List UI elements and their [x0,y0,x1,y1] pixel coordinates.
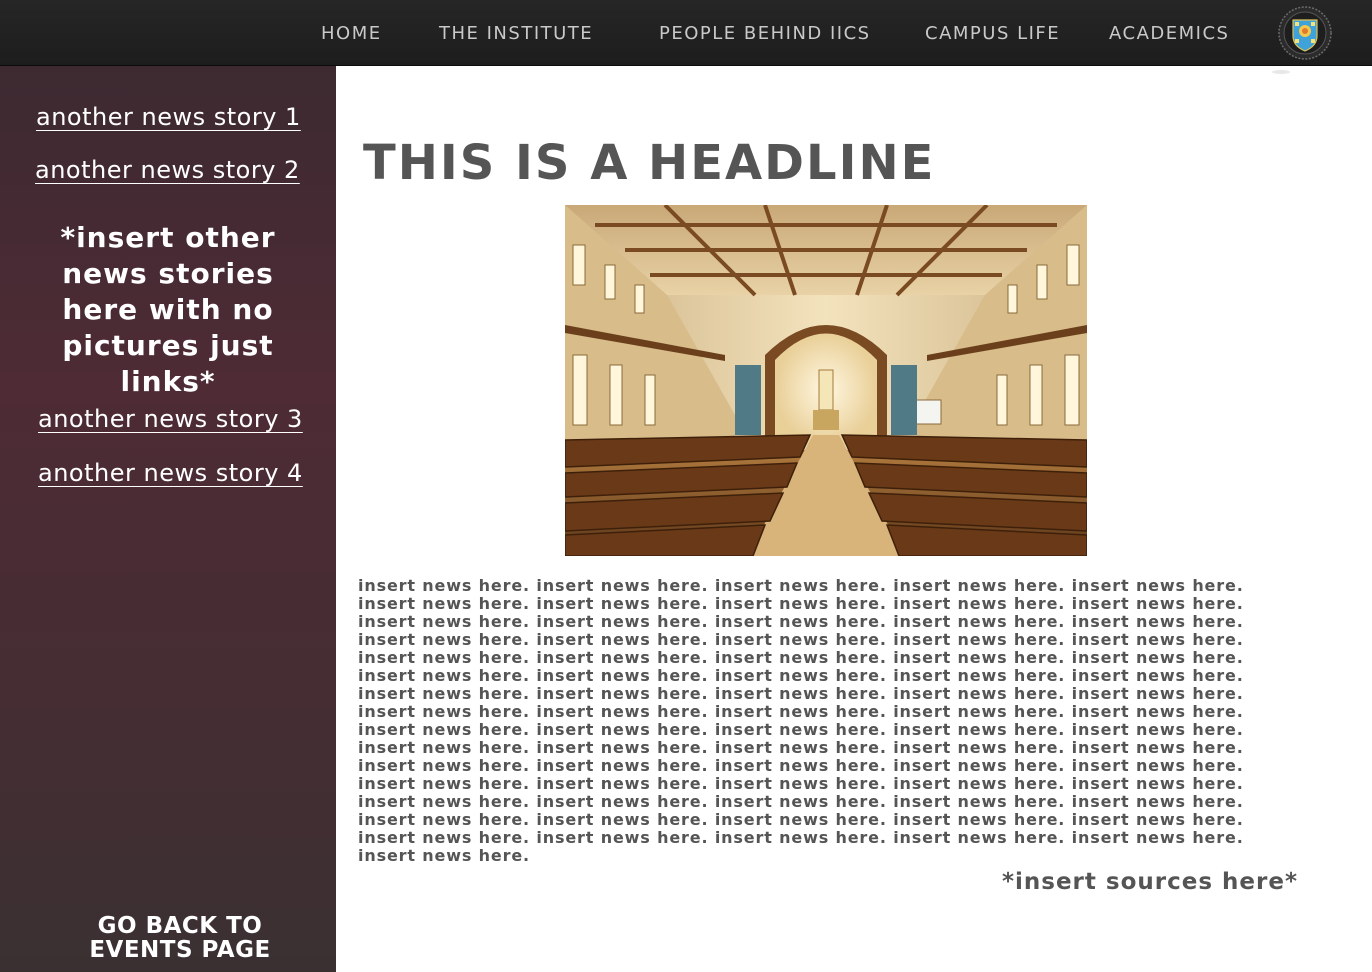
sidebar-placeholder-note: *insert other news stories here with no … [60,221,276,398]
sidebar-news-story-4[interactable]: another news story 4 [38,458,303,488]
nav-academics[interactable]: ACADEMICS [1109,22,1229,46]
nav-the-institute[interactable]: THE INSTITUTE [439,22,593,46]
sidebar-news-story-1[interactable]: another news story 1 [36,102,301,132]
top-navigation-bar: HOME THE INSTITUTE PEOPLE BEHIND IICS CA… [0,0,1372,66]
university-seal-icon[interactable] [1278,6,1332,60]
nav-people-behind-iics[interactable]: PEOPLE BEHIND IICS [659,22,871,46]
back-to-events-button[interactable]: GO BACK TO EVENTS PAGE [60,914,300,962]
seal-shadow [1272,70,1290,74]
sidebar-news-story-2[interactable]: another news story 2 [35,155,300,185]
back-label-line1: GO BACK TO [97,913,263,939]
nav-campus-life[interactable]: CAMPUS LIFE [925,22,1060,46]
page-headline: THIS IS A HEADLINE [363,135,936,191]
sidebar: another news story 1 another news story … [0,66,336,972]
sources-note: *insert sources here* [1001,869,1298,895]
church-interior-photo [565,205,1087,556]
nav-home[interactable]: HOME [321,22,382,46]
article-body: insert news here. insert news here. inse… [358,576,1244,865]
back-label-line2: EVENTS PAGE [89,937,271,963]
sidebar-news-story-3[interactable]: another news story 3 [38,404,303,434]
